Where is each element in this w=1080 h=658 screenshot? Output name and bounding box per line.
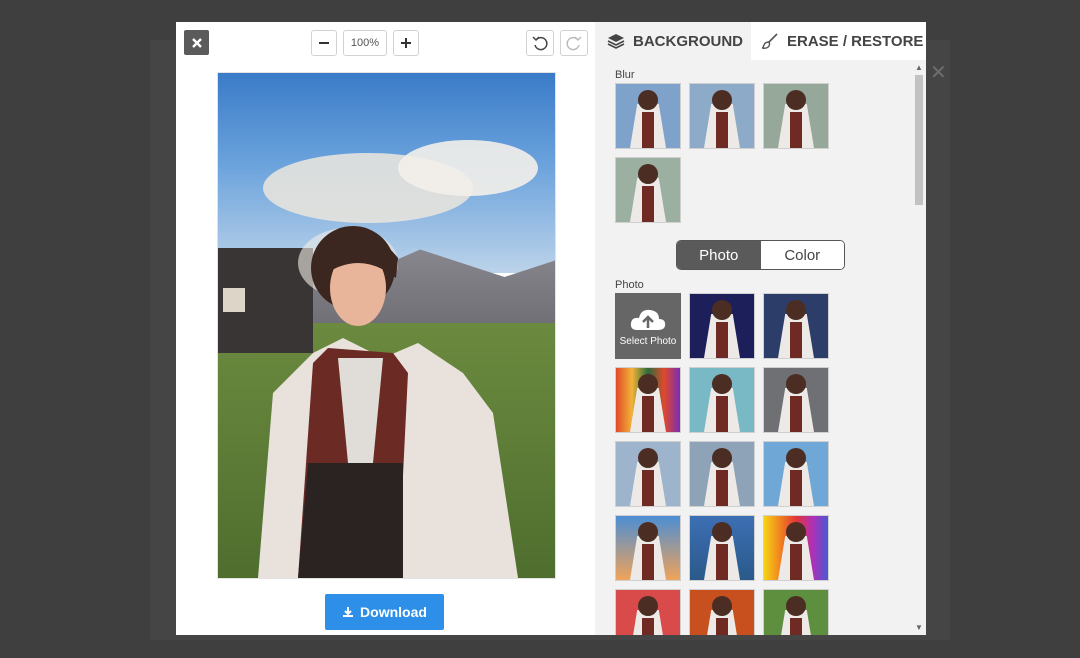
blur-thumb-1[interactable] [615,83,681,149]
history-controls [526,30,588,56]
photo-thumb-bokeh[interactable] [689,367,755,433]
thumb-person-inner [642,186,654,222]
photo-thumb-night-city[interactable] [763,293,829,359]
redo-button[interactable] [560,30,588,56]
thumb-person-inner [642,112,654,148]
tab-background[interactable]: BACKGROUND [595,22,751,60]
close-button[interactable] [184,30,209,55]
zoom-out-button[interactable] [311,30,337,56]
thumb-person-head [712,522,732,542]
thumb-person-inner [642,544,654,580]
background-panel: BACKGROUND ERASE / RESTORE Blur Photo Co… [595,22,926,635]
blur-thumb-2[interactable] [689,83,755,149]
photo-thumb-autumn[interactable] [689,589,755,635]
download-label: Download [360,604,427,620]
editor-area: 100% Download [176,22,595,635]
thumb-person-inner [716,470,728,506]
plus-icon [401,38,411,48]
thumb-person-head [786,448,806,468]
select-photo-button[interactable]: Select Photo [615,293,681,359]
thumb-person-inner [716,396,728,432]
blur-thumb-3[interactable] [763,83,829,149]
photo-thumb-color-stripes[interactable] [615,367,681,433]
photo-thumb-beach-sunset[interactable] [615,515,681,581]
photo-thumb-tower[interactable] [763,441,829,507]
panel-scrollbar[interactable]: ▲ ▼ [913,60,925,635]
photo-thumb-city-skyline[interactable] [615,441,681,507]
close-icon [191,37,202,48]
layers-icon [607,34,625,49]
minus-icon [319,42,329,44]
thumb-person-inner [642,618,654,635]
download-button[interactable]: Download [325,594,444,630]
thumb-person-head [712,448,732,468]
thumb-person-head [786,90,806,110]
photo-section-label: Photo [615,279,644,291]
thumb-person-inner [790,544,802,580]
thumb-person-head [712,90,732,110]
tab-erase-restore[interactable]: ERASE / RESTORE [751,22,926,60]
select-photo-label: Select Photo [619,335,677,347]
zoom-controls: 100% [311,30,419,56]
scrollbar-thumb[interactable] [915,75,923,205]
thumb-person-head [786,522,806,542]
download-icon [343,607,354,617]
photo-canvas[interactable] [217,72,556,579]
photo-thumb-space[interactable] [689,293,755,359]
photo-color-toggle: Photo Color [676,240,845,270]
cloud-upload-icon [630,309,666,330]
thumb-person-head [638,596,658,616]
tab-background-label: BACKGROUND [633,32,743,50]
thumb-person-inner [790,396,802,432]
zoom-in-button[interactable] [393,30,419,56]
brush-icon [761,33,778,49]
thumb-person-head [638,522,658,542]
thumb-person-head [712,596,732,616]
thumb-person-inner [642,470,654,506]
photo-thumb-flowers[interactable] [615,589,681,635]
thumb-person-head [786,596,806,616]
thumb-person-inner [790,618,802,635]
photo-thumb-urban[interactable] [689,441,755,507]
thumb-person-inner [716,322,728,358]
thumb-person-inner [790,322,802,358]
photo-thumb-forest[interactable] [763,589,829,635]
thumb-person-head [786,374,806,394]
thumb-person-inner [790,112,802,148]
toggle-color[interactable]: Color [760,241,844,269]
thumb-person-inner [716,112,728,148]
subject-photo [223,140,538,578]
photo-thumb-rainbow[interactable] [763,515,829,581]
tab-erase-restore-label: ERASE / RESTORE [787,32,924,50]
thumb-person-head [712,300,732,320]
thumb-person-head [786,300,806,320]
thumb-person-inner [790,470,802,506]
redo-icon [566,36,582,51]
photo-thumb-city-street[interactable] [763,367,829,433]
photo-thumb-lake[interactable] [689,515,755,581]
thumb-person-head [638,448,658,468]
thumb-person-inner [642,396,654,432]
undo-icon [532,36,548,51]
background-close-icon: ✕ [930,62,947,84]
thumb-person-inner [716,618,728,635]
toggle-photo[interactable]: Photo [677,241,761,269]
panel-tabs: BACKGROUND ERASE / RESTORE [595,22,926,60]
modal: 100% Download BACKGROUND ERASE / RESTORE… [176,22,926,635]
thumb-person-head [638,374,658,394]
thumb-person-head [638,164,658,184]
undo-button[interactable] [526,30,554,56]
scroll-down-icon[interactable]: ▼ [915,623,923,632]
thumb-person-head [712,374,732,394]
scroll-up-icon[interactable]: ▲ [915,63,923,72]
thumb-person-inner [716,544,728,580]
blur-section-label: Blur [615,69,635,81]
thumb-person-head [638,90,658,110]
blur-thumb-4[interactable] [615,157,681,223]
zoom-level: 100% [343,30,387,56]
